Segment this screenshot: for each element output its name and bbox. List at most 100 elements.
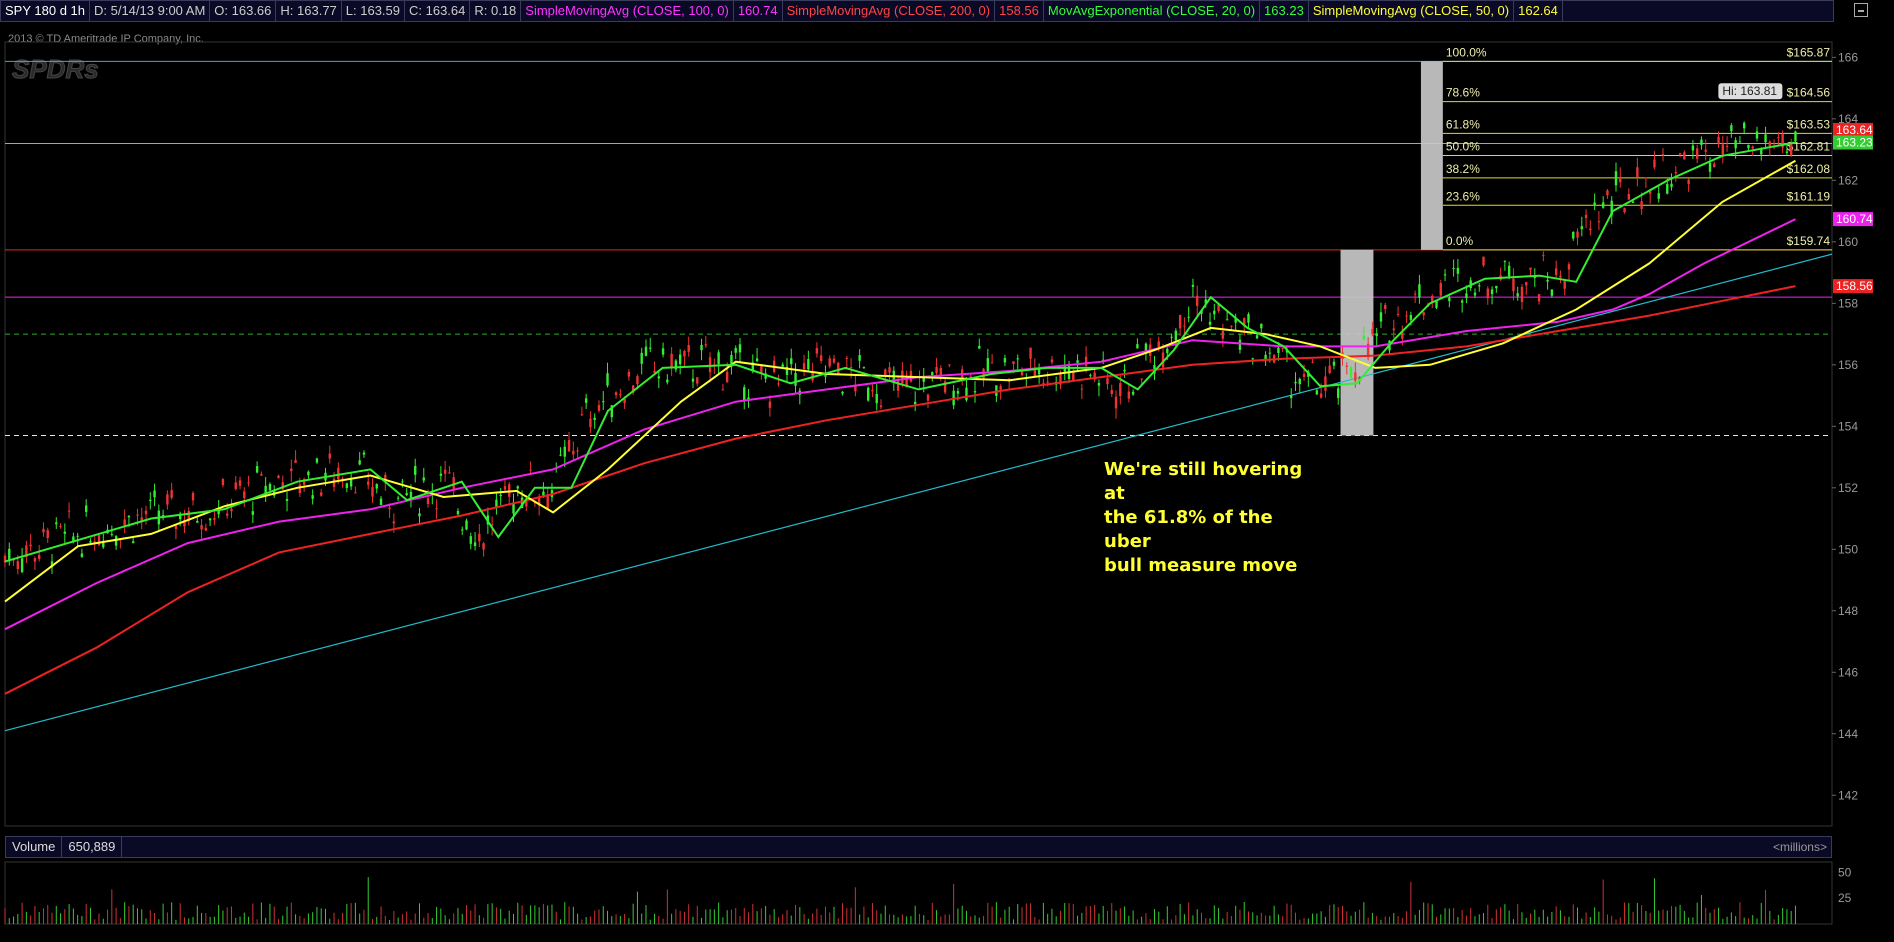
candle-body (1794, 131, 1797, 142)
candle-body (1738, 141, 1742, 143)
candle-body (768, 401, 772, 408)
candle-body (888, 367, 891, 373)
candle-body (84, 505, 88, 512)
candle-body (379, 498, 383, 506)
candle-body (837, 362, 840, 374)
candle-body (755, 358, 759, 362)
candle-body (1191, 284, 1195, 287)
candle-body (213, 518, 216, 520)
candle-body (238, 480, 242, 486)
candle-body (926, 394, 930, 401)
candle-body (516, 486, 519, 489)
fib-level-label: 23.6% (1446, 189, 1480, 203)
candle-body (1606, 190, 1609, 196)
candle-body (1593, 202, 1596, 206)
candle-body (1700, 139, 1703, 145)
candle-body (614, 392, 618, 396)
candle-body (16, 561, 20, 570)
copyright-text: 2013 © TD Ameritrade IP Company, Inc. (8, 33, 204, 45)
candle-body (136, 514, 139, 516)
candle-body (986, 358, 990, 372)
candle-body (640, 352, 643, 364)
candle-body (495, 499, 498, 508)
y-tick-label: 144 (1838, 727, 1858, 741)
candle-body (1302, 374, 1306, 377)
y-tick-label: 152 (1838, 481, 1858, 495)
study-sma50-label[interactable]: SimpleMovingAvg (CLOSE, 50, 0) (1309, 1, 1515, 21)
plot-frame (4, 41, 1833, 827)
candle-body (67, 510, 71, 512)
candle-body (1029, 347, 1032, 359)
candle-body (230, 508, 233, 512)
symbol-label[interactable]: SPY 180 d 1h (1, 1, 90, 21)
candle-body (1601, 202, 1605, 208)
candle-body (1747, 144, 1750, 149)
candle-body (1076, 360, 1079, 363)
candle-body (1127, 391, 1131, 399)
candle-body (1439, 283, 1442, 296)
candle-body (123, 519, 126, 526)
study-ema20-label[interactable]: MovAvgExponential (CLOSE, 20, 0) (1044, 1, 1261, 21)
candle-body (1623, 208, 1626, 213)
candle-body (1516, 293, 1519, 297)
candle-body (973, 391, 977, 393)
fib-level-label: 50.0% (1446, 139, 1480, 153)
candle-body (841, 391, 844, 394)
high-label: H: 163.77 (276, 1, 342, 21)
candle-body (1777, 137, 1780, 139)
candle-body (602, 401, 605, 403)
volume-units: <millions> (1772, 840, 1827, 854)
minimize-icon[interactable] (1854, 3, 1868, 17)
candle-body (131, 541, 135, 544)
candle-body (1640, 201, 1643, 209)
y-tick-label: 154 (1838, 419, 1858, 433)
candle-body (559, 454, 562, 456)
candle-body (1089, 374, 1092, 376)
candle-body (956, 391, 960, 394)
series-line (4, 159, 1796, 603)
candle-body (1627, 194, 1631, 200)
candle-body (580, 414, 584, 416)
study-sma200-label[interactable]: SimpleMovingAvg (CLOSE, 200, 0) (783, 1, 996, 21)
candle-body (1661, 154, 1665, 156)
candle-body (268, 483, 272, 491)
candle-body (1046, 381, 1049, 383)
candle-body (1666, 184, 1669, 194)
candle-body (913, 401, 917, 405)
fib-level-label: 0.0% (1446, 234, 1474, 248)
candle-body (255, 466, 259, 473)
candle-body (153, 490, 156, 498)
candle-body (55, 522, 58, 525)
candle-body (661, 348, 665, 355)
candle-body (832, 358, 836, 363)
candle-body (1742, 122, 1746, 129)
candle-body (862, 367, 866, 369)
candle-body (1157, 341, 1160, 348)
candle-body (149, 499, 152, 502)
candle-body (226, 513, 229, 516)
candle-body (978, 346, 981, 349)
candle-body (1550, 289, 1554, 296)
candle-body (807, 359, 810, 370)
price-chart[interactable]: 2013 © TD Ameritrade IP Company, Inc. SP… (0, 24, 1894, 942)
study-sma100-label[interactable]: SimpleMovingAvg (CLOSE, 100, 0) (521, 1, 734, 21)
candle-body (1247, 314, 1250, 323)
candle-body (828, 358, 831, 367)
candle-body (1178, 315, 1182, 329)
candle-body (260, 474, 263, 476)
candle-body (1345, 365, 1348, 367)
candle-body (687, 345, 690, 352)
volume-label[interactable]: Volume (6, 837, 63, 857)
fib-price-label: $159.74 (1787, 234, 1831, 248)
spdrs-logo: SPDRs (12, 54, 99, 84)
fib-level-label: 100.0% (1446, 45, 1487, 59)
candle-body (866, 387, 870, 401)
volume-header: Volume 650,889 <millions> (5, 836, 1832, 858)
candle-body (636, 376, 639, 385)
candle-body (1554, 268, 1558, 275)
candle-body (1422, 312, 1425, 316)
candle-body (1751, 146, 1754, 149)
candle-body (1396, 313, 1400, 315)
candle-body (208, 518, 212, 521)
candle-body (845, 357, 849, 359)
